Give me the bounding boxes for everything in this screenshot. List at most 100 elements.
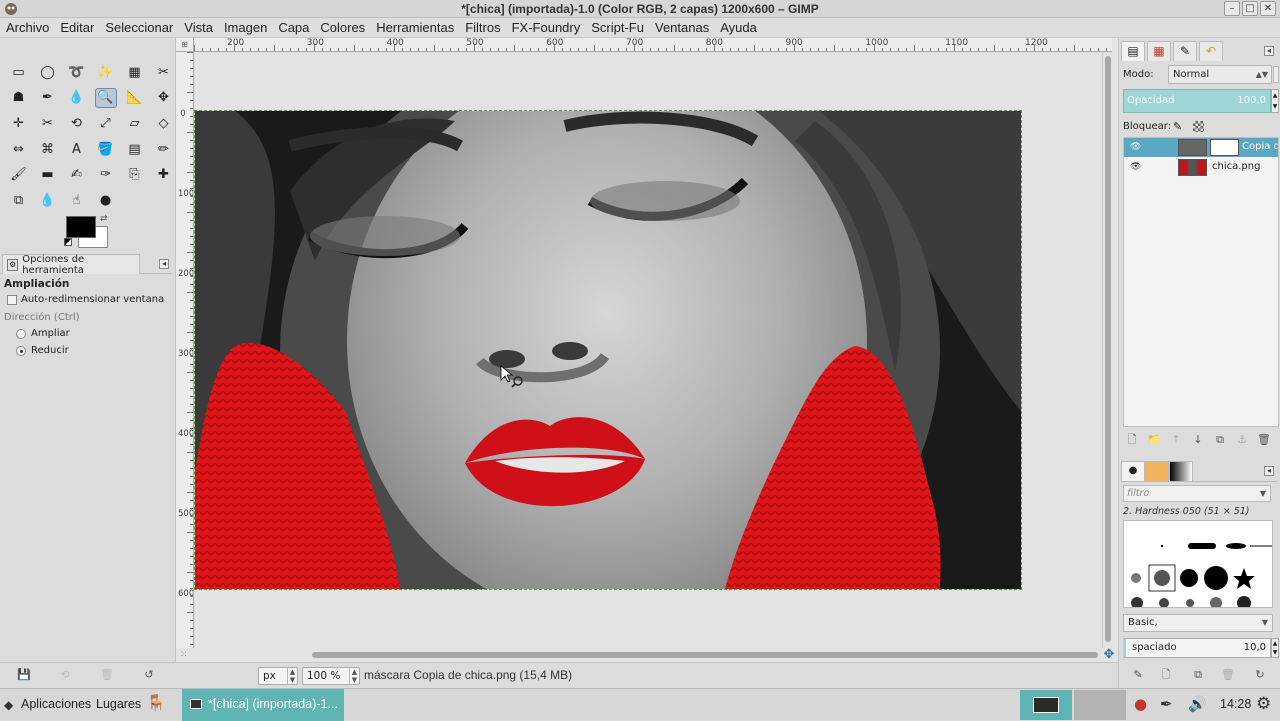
- menu-vista[interactable]: Vista: [184, 20, 213, 35]
- menu-fx-foundry[interactable]: FX-Foundry: [512, 20, 581, 35]
- tool-button[interactable]: ☗: [4, 86, 33, 112]
- menu-ventanas[interactable]: Ventanas: [655, 20, 709, 35]
- tool-button[interactable]: ⤢: [91, 111, 120, 137]
- spacing-slider[interactable]: spaciado 10,0: [1123, 638, 1271, 658]
- duplicate-brush-icon[interactable]: ⧉: [1191, 668, 1205, 682]
- menu-capa[interactable]: Capa: [278, 20, 309, 35]
- tab-brushes-icon[interactable]: ●: [1121, 461, 1145, 481]
- visibility-eye-icon[interactable]: 👁: [1130, 162, 1141, 172]
- horizontal-ruler[interactable]: 200 300 400 500 600 700 800 900 1000 1100 1200: [194, 38, 1112, 52]
- tool-button[interactable]: ⧉: [4, 188, 33, 214]
- pen-tablet-icon[interactable]: ✒: [1160, 696, 1173, 712]
- tool-button[interactable]: ✚: [149, 162, 178, 188]
- visibility-eye-icon[interactable]: 👁: [1130, 142, 1141, 152]
- layer-mask-thumbnail[interactable]: [1210, 139, 1239, 156]
- new-layer-icon[interactable]: 🗋: [1125, 433, 1139, 447]
- close-button[interactable]: ✕: [1260, 1, 1276, 16]
- tool-button[interactable]: ▱: [120, 111, 149, 137]
- menu-editar[interactable]: Editar: [60, 20, 94, 35]
- delete-layer-icon[interactable]: 🗑: [1257, 433, 1271, 447]
- tool-button[interactable]: ✥: [149, 86, 178, 112]
- tab-tool-options[interactable]: ⚙ Opciones de herramienta: [2, 254, 140, 276]
- new-brush-icon[interactable]: 🗋: [1159, 668, 1173, 682]
- image-canvas[interactable]: [194, 110, 1022, 590]
- vertical-ruler[interactable]: 0 100 200 300 400 500 600: [176, 52, 194, 648]
- opacity-spin-icon[interactable]: ▲ ▼: [1271, 89, 1279, 113]
- mode-extra-button[interactable]: [1273, 66, 1279, 83]
- vertical-scrollbar[interactable]: [1102, 52, 1112, 648]
- menu-herramientas[interactable]: Herramientas: [376, 20, 454, 35]
- tool-button[interactable]: ✂: [33, 111, 62, 137]
- spacing-spin-icon[interactable]: ▲ ▼: [1271, 638, 1279, 658]
- show-desktop-icon[interactable]: 🪑: [146, 695, 166, 711]
- lock-alpha-icon[interactable]: [1193, 121, 1204, 132]
- tool-button[interactable]: ✂: [149, 60, 178, 86]
- horizontal-scroll-thumb[interactable]: [312, 652, 1098, 658]
- foreground-color[interactable]: [66, 216, 96, 238]
- menu-archivo[interactable]: Archivo: [6, 20, 49, 35]
- tool-button[interactable]: ➰: [62, 60, 91, 86]
- tool-button[interactable]: 🔍: [91, 86, 120, 112]
- tool-button[interactable]: ▭: [4, 60, 33, 86]
- tool-button[interactable]: ✨: [91, 60, 120, 86]
- edit-brush-icon[interactable]: ✎: [1131, 668, 1145, 682]
- tool-button[interactable]: A: [62, 137, 91, 163]
- apps-menu-icon[interactable]: ◆: [4, 697, 13, 713]
- brush-filter-input[interactable]: filtro ▼: [1123, 485, 1271, 502]
- mode-dropdown[interactable]: Normal ▲▼: [1168, 65, 1272, 84]
- tool-button[interactable]: ⇔: [4, 137, 33, 163]
- restore-options-icon[interactable]: ⟲: [58, 668, 72, 682]
- quick-mask-toggle[interactable]: ⊞: [176, 38, 194, 52]
- auto-resize-checkbox[interactable]: [7, 295, 17, 305]
- lower-layer-icon[interactable]: ↓: [1191, 433, 1205, 447]
- tab-patterns-icon[interactable]: [1145, 461, 1169, 481]
- tool-button[interactable]: ●: [91, 188, 120, 214]
- duplicate-layer-icon[interactable]: ⧉: [1213, 433, 1227, 447]
- brush-set-dropdown[interactable]: Basic, ▼: [1123, 614, 1273, 632]
- brush-grid[interactable]: [1123, 520, 1273, 608]
- tool-button[interactable]: ◯: [33, 60, 62, 86]
- volume-icon[interactable]: 🔊: [1188, 696, 1207, 712]
- default-colors-icon[interactable]: [64, 238, 72, 246]
- settings-gear-icon[interactable]: ⚙: [1256, 696, 1271, 713]
- menu-ayuda[interactable]: Ayuda: [720, 20, 757, 35]
- workspace-1[interactable]: [1020, 690, 1072, 720]
- zoom-out-radio[interactable]: [16, 346, 26, 356]
- tool-button[interactable]: ☝: [62, 188, 91, 214]
- layer-row-copia[interactable]: 👁 Copia d: [1124, 138, 1278, 157]
- unit-selector[interactable]: px ▲ ▼: [258, 667, 298, 685]
- anchor-layer-icon[interactable]: ⚓: [1235, 433, 1249, 447]
- tool-button[interactable]: ✍: [62, 162, 91, 188]
- tool-button[interactable]: 💧: [33, 188, 62, 214]
- tool-button[interactable]: ◇: [149, 111, 178, 137]
- layer-row-chica[interactable]: 👁 chica.png: [1124, 158, 1278, 177]
- refresh-brushes-icon[interactable]: ↻: [1253, 668, 1267, 682]
- menu-filtros[interactable]: Filtros: [465, 20, 500, 35]
- tool-button[interactable]: ⎘: [120, 162, 149, 188]
- save-options-icon[interactable]: 💾: [17, 668, 31, 682]
- tool-button[interactable]: ▦: [120, 60, 149, 86]
- taskbar-gimp-window[interactable]: *[chica] (importada)-1...: [182, 689, 344, 721]
- brush-dock-menu-icon[interactable]: ◂: [1264, 466, 1274, 476]
- swap-colors-icon[interactable]: ⇄: [100, 214, 108, 224]
- tab-gradients-icon[interactable]: [1169, 461, 1193, 481]
- places-menu[interactable]: Lugares: [96, 697, 141, 711]
- zoom-in-radio[interactable]: [16, 329, 26, 339]
- new-group-icon[interactable]: 📁: [1147, 433, 1161, 447]
- tab-menu-icon[interactable]: ◂: [159, 259, 169, 269]
- applications-menu[interactable]: Aplicaciones: [21, 697, 91, 711]
- opacity-slider[interactable]: Opacidad 100,0: [1123, 89, 1271, 113]
- zoom-selector[interactable]: 100 % ▲ ▼: [302, 667, 360, 685]
- minimize-button[interactable]: –: [1224, 1, 1240, 16]
- tab-channels-icon[interactable]: ▦: [1147, 41, 1171, 61]
- navigate-icon[interactable]: ✥: [1102, 648, 1116, 662]
- tool-button[interactable]: ✏: [149, 137, 178, 163]
- workspace-2[interactable]: [1074, 690, 1126, 720]
- tool-button[interactable]: ✑: [91, 162, 120, 188]
- tab-layers-icon[interactable]: ▤: [1121, 41, 1145, 61]
- tool-button[interactable]: ✛: [4, 111, 33, 137]
- tool-button[interactable]: ⟲: [62, 111, 91, 137]
- tab-paths-icon[interactable]: ✎: [1173, 41, 1197, 61]
- tool-button[interactable]: ✒: [33, 86, 62, 112]
- tab-undo-icon[interactable]: ↶: [1199, 41, 1223, 61]
